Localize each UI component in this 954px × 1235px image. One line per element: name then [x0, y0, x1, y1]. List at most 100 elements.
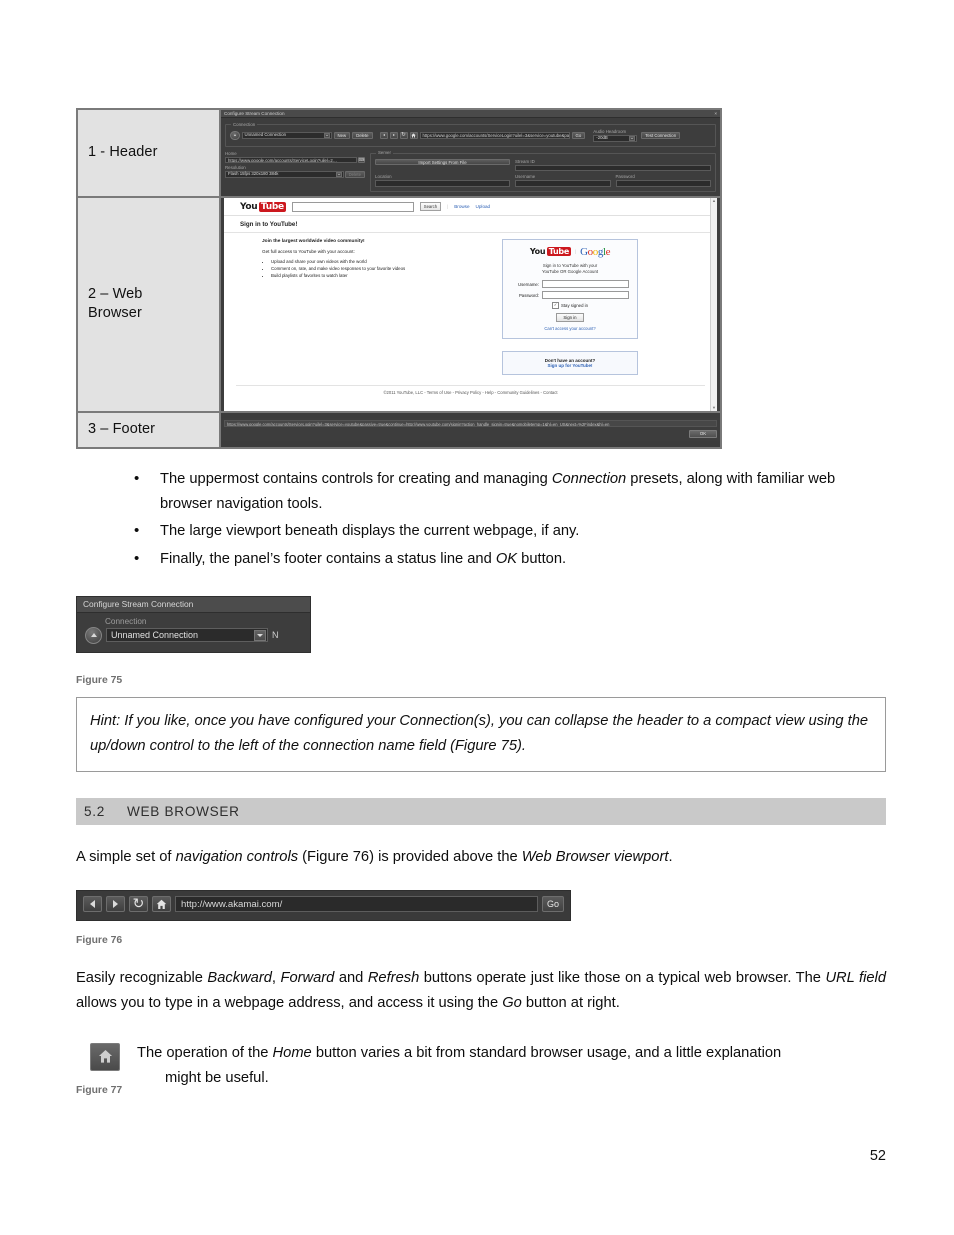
back-arrow-icon[interactable]: [83, 896, 102, 913]
figure75-connection-combo[interactable]: Unnamed Connection: [106, 628, 268, 643]
cant-access-account-link[interactable]: Can't access your account?: [511, 326, 629, 331]
ok-button-row: OK: [224, 429, 717, 439]
youtube-search-input[interactable]: [291, 201, 414, 212]
viewport-scrollbar[interactable]: ▲ ▼: [710, 198, 717, 410]
chevron-down-icon[interactable]: [323, 132, 330, 138]
folder-icon[interactable]: ⌨: [358, 156, 365, 164]
url-input[interactable]: http://www.akamai.com/: [175, 896, 538, 913]
signin-username-label: Username:: [517, 281, 539, 287]
stream-id-input[interactable]: [515, 164, 711, 172]
youtube-search-button[interactable]: Search: [419, 202, 442, 212]
signin-subtitle-line1: Sign in to YouTube with your: [542, 262, 598, 268]
google-logo: Google: [580, 245, 611, 258]
signin-left-column: Join the largest worldwide video communi…: [240, 239, 492, 375]
signup-link[interactable]: Sign up for YouTube!: [507, 363, 633, 368]
section-number: 5.2: [84, 803, 105, 819]
password-label: Password: [615, 174, 635, 180]
home-glyph: [411, 133, 416, 138]
home-icon[interactable]: [152, 896, 171, 913]
signin-logos: You Tube | Google: [511, 246, 629, 258]
bullet-text-3b: button.: [517, 550, 567, 567]
chevron-up-icon[interactable]: [85, 626, 102, 644]
nav-text-1: A simple set of: [76, 848, 176, 865]
url-input[interactable]: https://www.google.com/accounts/ServiceL…: [419, 132, 570, 139]
figure-75-collapsed-header: Configure Stream Connection Connection U…: [76, 595, 311, 653]
new-connection-button[interactable]: New: [333, 132, 351, 139]
go-button[interactable]: Go: [571, 132, 586, 139]
browse-link[interactable]: Browse: [454, 204, 469, 209]
resolution-combo[interactable]: Flash 15fps 320x180 384k: [225, 171, 344, 178]
figure-74-composite-table: 1 - Header Configure Stream Connection ×…: [76, 108, 722, 449]
refresh-arrow-icon[interactable]: ↻: [399, 132, 408, 139]
panel-title: Configure Stream Connection: [224, 110, 285, 116]
home-label: Home: [225, 150, 237, 156]
youtube-logo-tube: Tube: [258, 201, 286, 212]
close-icon[interactable]: ×: [714, 111, 717, 116]
signup-box[interactable]: Don't have an account? Sign up for YouTu…: [502, 351, 638, 376]
home-url-input[interactable]: https://www.google.com/accounts/ServiceL…: [225, 156, 357, 164]
header-lower-row: Home https://www.google.com/accounts/Ser…: [225, 150, 716, 192]
join-heading: Join the largest worldwide video communi…: [262, 238, 365, 244]
bullet-em-ok: OK: [495, 550, 518, 567]
bullet-text-3a: Finally, the panel’s footer contains a s…: [160, 550, 496, 567]
hint-box: Hint: If you like, once you have configu…: [76, 696, 886, 772]
refresh-arrow-icon[interactable]: ↻: [129, 896, 148, 913]
location-input[interactable]: [375, 180, 510, 187]
figure75-body: Connection Unnamed Connection N: [77, 613, 310, 652]
screenshot-cell-footer: https://www.google.com/accounts/ServiceL…: [219, 410, 722, 449]
back-arrow-icon[interactable]: [379, 132, 388, 139]
stay-signed-in-checkbox[interactable]: ✓: [552, 302, 559, 310]
resolution-label: Resolution: [225, 165, 246, 171]
test-connection-button[interactable]: Test Connection: [641, 132, 681, 139]
forward-arrow-icon[interactable]: [106, 896, 125, 913]
label-footer-text: 3 – Footer: [88, 420, 156, 437]
upload-link[interactable]: Upload: [476, 204, 491, 209]
scroll-down-icon[interactable]: ▼: [712, 405, 716, 410]
signin-button[interactable]: Sign in: [556, 313, 584, 323]
home-icon[interactable]: [409, 132, 418, 139]
btn-text-1: Easily recognizable: [76, 970, 208, 987]
youtube-masthead: You Tube Search | Browse Upload: [224, 199, 717, 216]
paragraph-navigation-controls: A simple set of navigation controls (Fig…: [76, 845, 886, 870]
home-icon[interactable]: [90, 1042, 120, 1071]
btn-em-forward: Forward: [280, 970, 335, 987]
figure75-partial-button[interactable]: N: [272, 630, 279, 640]
bullet-item-footer: Finally, the panel’s footer contains a s…: [134, 546, 886, 572]
screenshot-cell-header: Configure Stream Connection × Connection: [219, 108, 722, 198]
password-input[interactable]: [615, 180, 711, 187]
signin-box: You Tube | Google Sign in to YouTube with…: [502, 238, 638, 340]
resolution-delete-button[interactable]: Delete: [344, 171, 365, 178]
username-input[interactable]: [515, 180, 611, 187]
collapse-header-icon[interactable]: [230, 130, 240, 141]
chevron-down-icon[interactable]: [254, 629, 266, 641]
figure75-title: Configure Stream Connection: [77, 596, 310, 613]
web-browser-viewport: ▲ ▼ You Tube Search | Browse Upload Sign…: [222, 198, 719, 410]
figure-76-caption: Figure 76: [76, 935, 123, 947]
label-cell-browser: 2 – Web Browser: [76, 195, 221, 413]
import-settings-button[interactable]: Import Settings From File: [375, 158, 510, 166]
forward-arrow-icon[interactable]: [389, 132, 398, 139]
scroll-up-icon[interactable]: ▲: [712, 199, 716, 204]
server-row-1: Import Settings From File Stream ID: [375, 158, 711, 172]
chevron-down-icon-resolution[interactable]: [335, 171, 342, 177]
password-field-row: Password:: [511, 291, 629, 300]
nav-text-3: .: [668, 848, 673, 865]
table-row-footer: 3 – Footer https://www.google.com/accoun…: [76, 410, 722, 449]
audio-headroom-combo[interactable]: -20dB: [593, 135, 638, 142]
go-button[interactable]: Go: [542, 896, 564, 913]
delete-connection-button[interactable]: Delete: [352, 132, 373, 139]
section-title: WEB BROWSER: [127, 803, 240, 819]
username-field-row: Username:: [511, 280, 629, 289]
signin-password-input[interactable]: [542, 291, 629, 300]
signin-username-input[interactable]: [542, 280, 629, 289]
chevron-down-icon-headroom[interactable]: [629, 135, 636, 141]
connection-name-combo[interactable]: Unnamed Connection: [241, 132, 332, 139]
home-glyph: [98, 1050, 112, 1063]
header-body: Connection Unnamed Connection New Delete: [222, 118, 719, 195]
ok-button[interactable]: OK: [689, 429, 717, 439]
youtube-logo-small-you: You: [529, 247, 546, 257]
stream-id-label: Stream ID: [515, 158, 535, 164]
list-item: Upload and share your own videos with th…: [271, 259, 492, 264]
table-row-browser: 2 – Web Browser ▲ ▼ You Tube Search | Br…: [76, 195, 722, 413]
figure75-control-row: Unnamed Connection N: [85, 626, 310, 644]
